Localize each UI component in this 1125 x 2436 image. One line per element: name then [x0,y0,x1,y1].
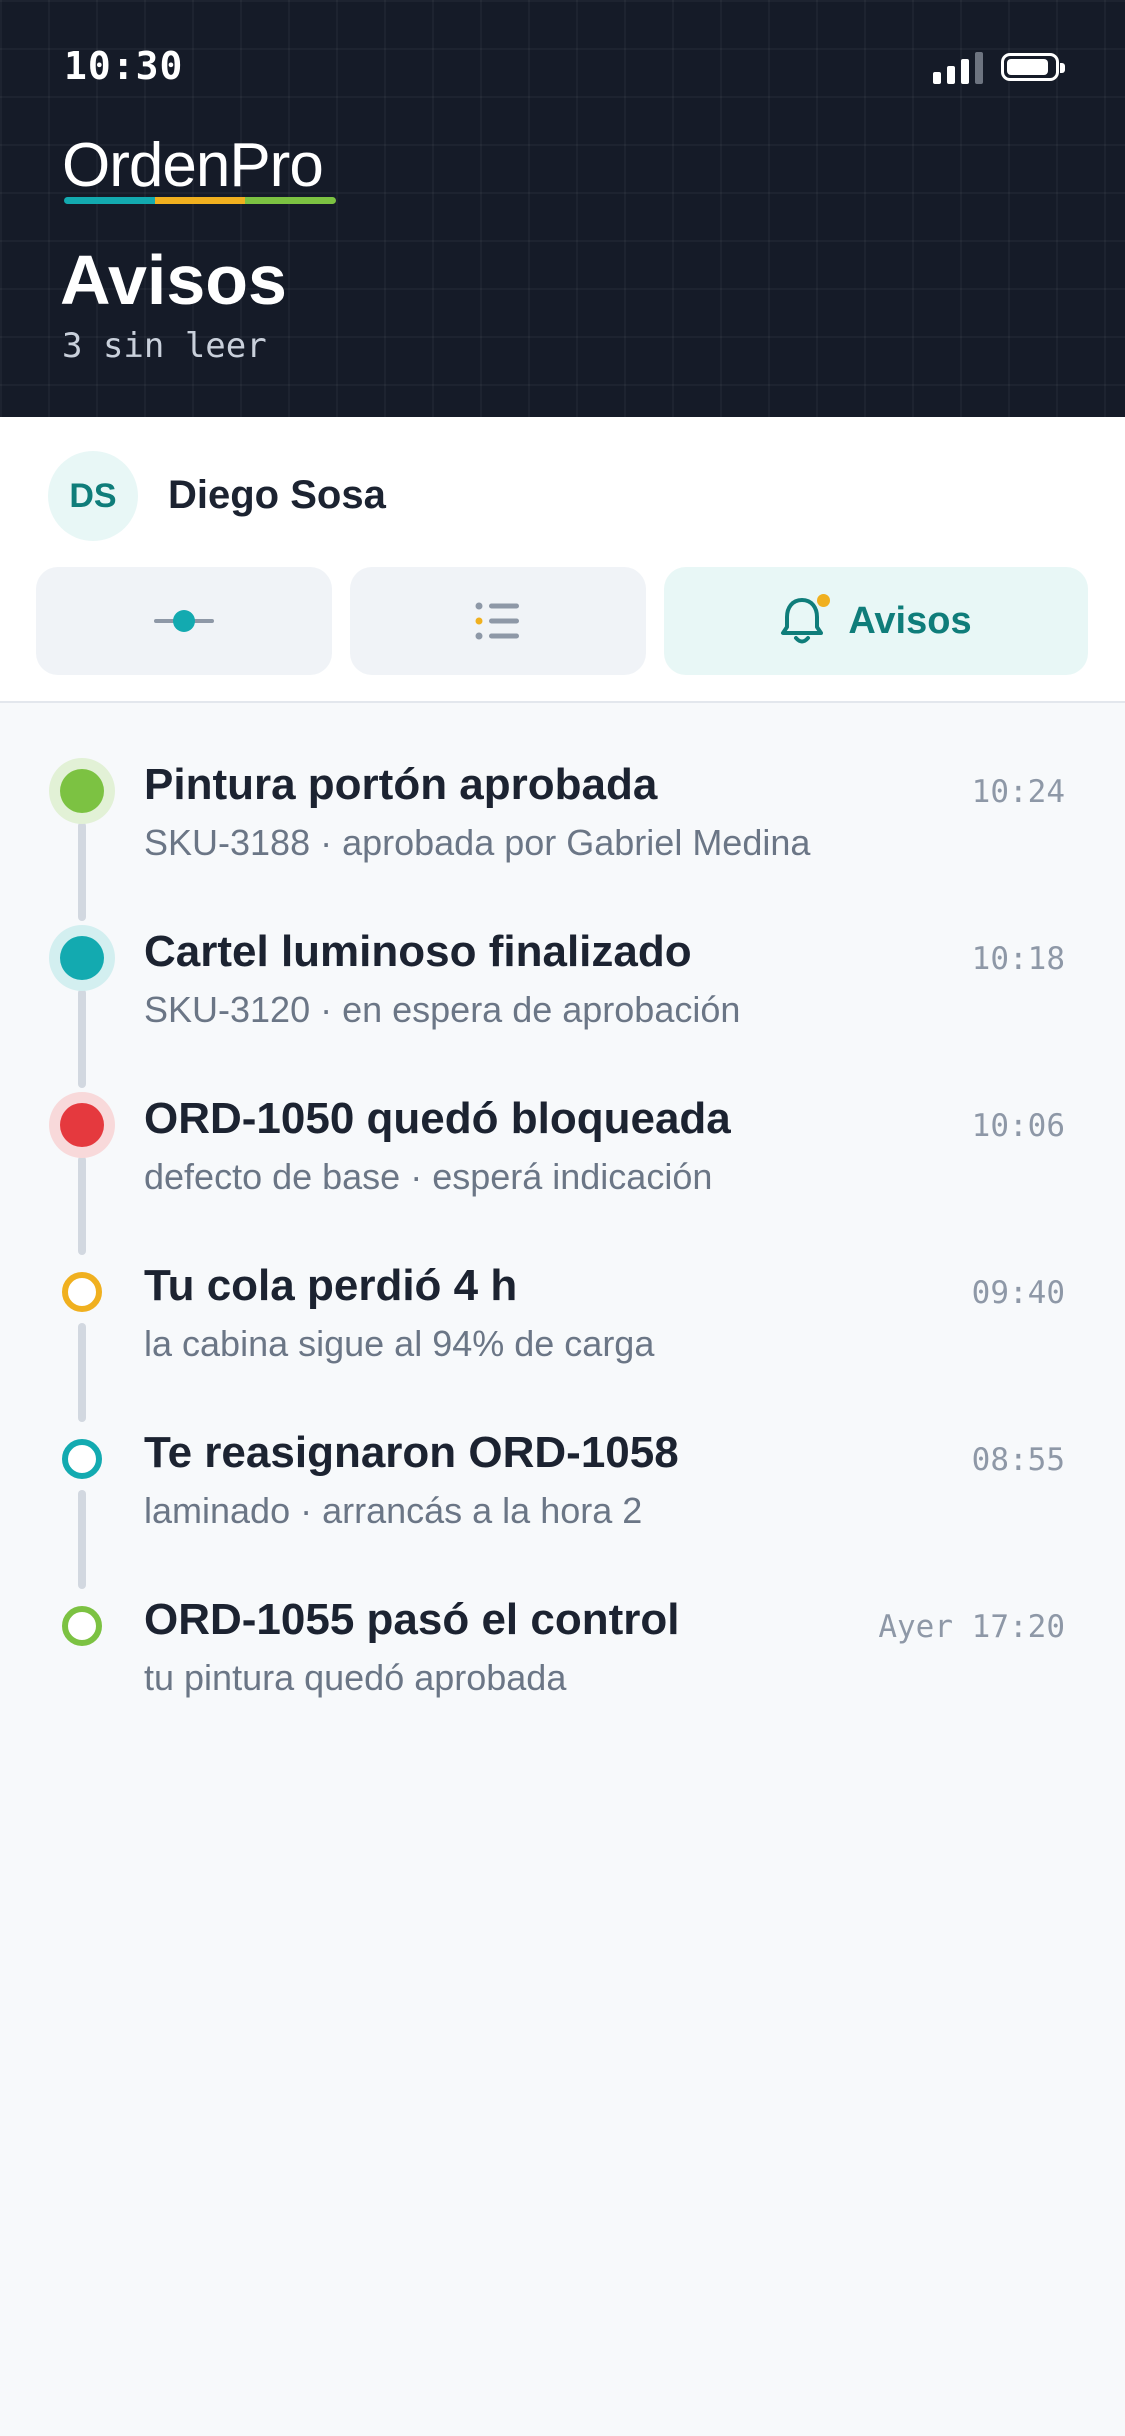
notification-title: ORD-1050 quedó bloqueada [144,1094,731,1143]
notification-time: 10:18 [971,941,1065,977]
notification-subtitle: SKU-3120 · en espera de aprobación [144,989,741,1030]
status-dot-ring [62,1439,102,1479]
status-dot-filled [60,936,104,980]
notification-item[interactable]: Te reasignaron ORD-1058 laminado · arranc… [0,1398,1125,1589]
status-time: 10:30 [64,44,184,88]
notification-time: Ayer 17:20 [878,1609,1065,1645]
notification-title: Pintura portón aprobada [144,760,658,809]
notification-time: 08:55 [971,1442,1065,1478]
bell-icon [780,594,831,646]
notification-title: Te reasignaron ORD-1058 [144,1428,679,1477]
notification-item[interactable]: ORD-1055 pasó el control tu pintura quedó… [0,1565,1125,1733]
signal-icon [933,50,983,84]
list-icon [475,602,519,640]
notification-item[interactable]: Pintura portón aprobada SKU-3188 · aproba… [0,730,1125,921]
user-card: DS Diego Sosa Avisos [0,417,1125,703]
status-dot-ring [62,1272,102,1312]
notification-title: Cartel luminoso finalizado [144,927,692,976]
user-name: Diego Sosa [168,473,386,517]
unread-count: 3 sin leer [62,326,267,366]
tab-avisos[interactable]: Avisos [664,567,1088,675]
notification-subtitle: la cabina sigue al 94% de carga [144,1323,655,1364]
notification-subtitle: laminado · arrancás a la hora 2 [144,1490,643,1531]
notification-subtitle: tu pintura quedó aprobada [144,1657,567,1698]
timeline-dot-icon [154,610,214,632]
status-dot-filled [60,1103,104,1147]
notification-time: 10:06 [971,1108,1065,1144]
status-dot-filled [60,769,104,813]
header: 10:30 OrdenPro Avisos 3 sin leer [0,0,1125,417]
unread-dot [817,594,831,607]
notification-time: 10:24 [971,774,1065,810]
notification-subtitle: defecto de base · esperá indicación [144,1156,713,1197]
logo-underline [64,197,336,204]
notification-item[interactable]: ORD-1050 quedó bloqueada defecto de base … [0,1064,1125,1255]
notification-item[interactable]: Cartel luminoso finalizado SKU-3120 · en … [0,897,1125,1088]
tab-timeline[interactable] [36,567,332,675]
notification-time: 09:40 [971,1275,1065,1311]
notification-subtitle: SKU-3188 · aprobada por Gabriel Medina [144,822,811,863]
notification-title: ORD-1055 pasó el control [144,1595,680,1644]
status-icons [933,50,1065,84]
notification-item[interactable]: Tu cola perdió 4 h la cabina sigue al 94%… [0,1231,1125,1422]
avatar[interactable]: DS [48,451,138,541]
battery-icon [1001,53,1065,81]
tab-list[interactable] [350,567,646,675]
notification-title: Tu cola perdió 4 h [144,1261,518,1310]
logo: OrdenPro [62,131,324,200]
page-title: Avisos [60,241,287,319]
tab-avisos-label: Avisos [848,599,972,642]
status-dot-ring [62,1606,102,1646]
